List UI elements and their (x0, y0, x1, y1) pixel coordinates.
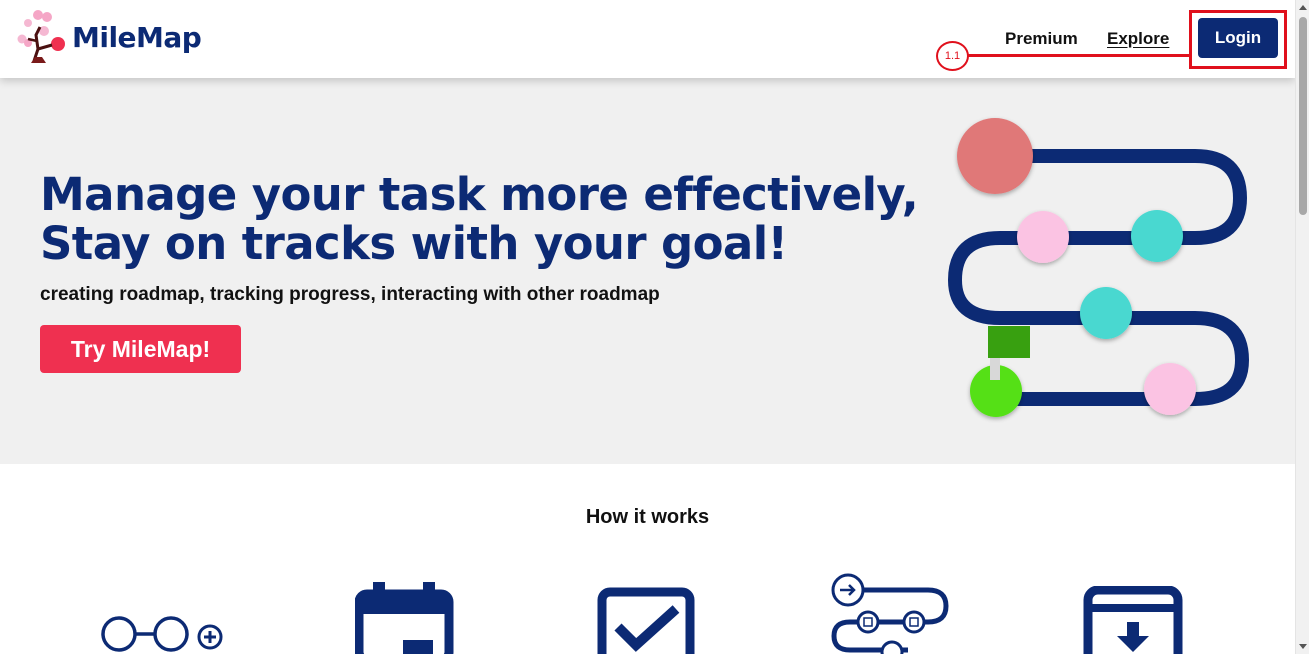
hero-title-line-1: Manage your task more effectively, (40, 168, 919, 221)
scroll-up-arrow-icon[interactable] (1299, 5, 1307, 10)
brand-logo-icon (17, 10, 65, 63)
nav-premium-link[interactable]: Premium (1005, 29, 1078, 49)
site-header: MileMap Premium Explore Login (0, 0, 1295, 78)
brand-name: MileMap (72, 20, 202, 54)
annotation-highlight-box (1189, 10, 1287, 69)
hero-subtitle: creating roadmap, tracking progress, int… (40, 284, 660, 305)
brand-logo[interactable]: MileMap (14, 9, 229, 65)
hero-section: Manage your task more effectively, Stay … (0, 78, 1295, 464)
nav-explore-link[interactable]: Explore (1107, 29, 1169, 49)
archive-download-icon (1083, 586, 1183, 654)
checkbox-icon (597, 587, 695, 654)
how-it-works-title: How it works (585, 506, 710, 528)
scrollbar-thumb[interactable] (1299, 17, 1307, 215)
annotation-label: 1.1 (936, 41, 969, 71)
page-scrollbar[interactable] (1295, 0, 1309, 654)
nodes-add-icon (101, 616, 223, 652)
try-milemap-button[interactable]: Try MileMap! (40, 325, 241, 373)
hero-title-line-2: Stay on tracks with your goal! (40, 217, 788, 270)
scroll-down-arrow-icon[interactable] (1299, 644, 1307, 649)
calendar-icon (355, 582, 454, 654)
annotation-connector-line (968, 54, 1189, 57)
steps-path-icon (831, 573, 949, 654)
hero-title: Manage your task more effectively, Stay … (40, 170, 920, 268)
roadmap-illustration (947, 118, 1250, 417)
